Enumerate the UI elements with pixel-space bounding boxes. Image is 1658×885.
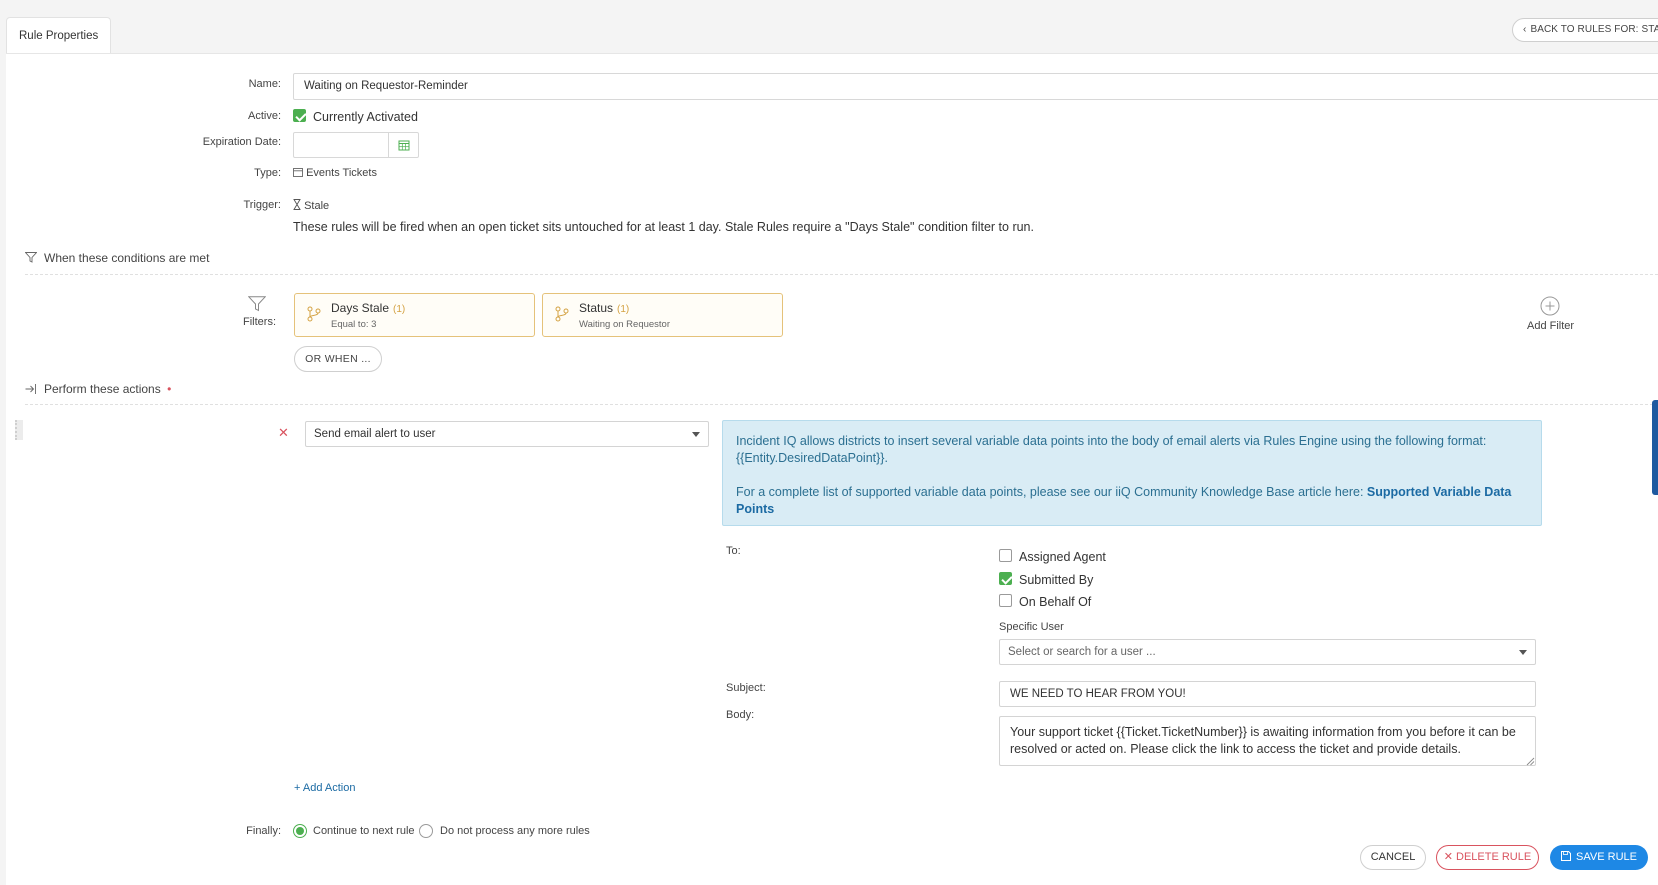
scrollbar-thumb[interactable]	[1652, 400, 1658, 495]
filter-count: (1)	[617, 304, 630, 315]
filter-card-status[interactable]: Status (1) Waiting on Requestor	[542, 293, 783, 337]
or-when-button[interactable]: OR WHEN ...	[294, 346, 382, 372]
type-text: Events Tickets	[306, 167, 377, 179]
resize-grip-icon[interactable]	[1526, 755, 1535, 769]
save-icon	[1561, 851, 1572, 861]
divider	[25, 274, 1658, 275]
filter-count: (1)	[393, 304, 406, 315]
active-label: Active:	[247, 110, 281, 122]
branch-icon	[307, 306, 321, 325]
cancel-button[interactable]: CANCEL	[1360, 845, 1426, 870]
submitted-by-label: Submitted By	[1019, 573, 1094, 587]
continue-next-rule-label: Continue to next rule	[313, 825, 415, 837]
drag-handle[interactable]	[15, 420, 23, 440]
on-behalf-of-checkbox[interactable]	[999, 594, 1012, 607]
stop-processing-label: Do not process any more rules	[440, 825, 590, 837]
filter-card-days-stale[interactable]: Days Stale (1) Equal to: 3	[294, 293, 535, 337]
stop-processing-radio[interactable]	[419, 824, 433, 838]
chevron-left-icon: ‹	[1523, 24, 1527, 35]
finally-label: Finally:	[246, 825, 281, 837]
active-text: Currently Activated	[313, 110, 418, 124]
filters-label: Filters:	[243, 316, 276, 328]
info-text-1: Incident IQ allows districts to insert s…	[736, 434, 1487, 465]
filter-title-text: Status	[579, 301, 614, 315]
trigger-value: Stale	[293, 199, 329, 212]
to-label: To:	[726, 545, 741, 557]
filter-title-text: Days Stale	[331, 301, 390, 315]
subject-input[interactable]: WE NEED TO HEAR FROM YOU!	[999, 681, 1536, 707]
filter-title: Status (1)	[579, 301, 629, 315]
actions-section-title: Perform these actions •	[44, 382, 171, 396]
chevron-down-icon	[692, 432, 700, 437]
branch-icon	[555, 306, 569, 325]
add-action-link[interactable]: + Add Action	[294, 782, 355, 794]
delete-label: DELETE RULE	[1456, 851, 1532, 863]
trigger-label: Trigger:	[243, 199, 282, 211]
body-label: Body:	[726, 709, 755, 721]
delete-rule-button[interactable]: ✕ DELETE RULE	[1436, 845, 1539, 870]
trigger-text: Stale	[304, 200, 330, 212]
assigned-agent-checkbox[interactable]	[999, 549, 1012, 562]
hourglass-icon	[293, 199, 301, 210]
action-select-value: Send email alert to user	[314, 428, 436, 440]
continue-next-rule-radio[interactable]	[293, 824, 307, 838]
divider	[25, 404, 1658, 405]
expiration-label: Expiration Date:	[202, 136, 281, 148]
submitted-by-checkbox[interactable]	[999, 572, 1012, 585]
active-checkbox[interactable]	[293, 109, 306, 122]
on-behalf-of-label: On Behalf Of	[1019, 595, 1092, 609]
info-alert: Incident IQ allows districts to insert s…	[722, 420, 1542, 526]
type-label: Type:	[254, 167, 281, 179]
conditions-section-title: When these conditions are met	[44, 251, 210, 265]
remove-action-icon[interactable]: ✕	[278, 425, 289, 441]
save-label: SAVE RULE	[1576, 851, 1637, 863]
actions-title-text: Perform these actions	[44, 382, 161, 396]
action-arrow-icon	[25, 383, 37, 398]
required-marker: •	[167, 382, 172, 396]
tab-rule-properties[interactable]: Rule Properties	[6, 17, 111, 54]
info-text-2: For a complete list of supported variabl…	[736, 484, 1528, 518]
close-icon: ✕	[1443, 851, 1453, 863]
assigned-agent-label: Assigned Agent	[1019, 550, 1106, 564]
specific-user-label: Specific User	[999, 621, 1064, 633]
filter-funnel-icon	[247, 296, 267, 315]
body-textarea[interactable]: Your support ticket {{Ticket.TicketNumbe…	[999, 716, 1536, 766]
calendar-small-icon	[293, 168, 303, 177]
trigger-note: These rules will be fired when an open t…	[293, 220, 1034, 234]
back-to-rules-button[interactable]: ‹BACK TO RULES FOR: STALE	[1512, 18, 1658, 42]
add-filter-label[interactable]: Add Filter	[1527, 320, 1574, 332]
specific-user-placeholder: Select or search for a user ...	[1008, 646, 1156, 658]
specific-user-select[interactable]: Select or search for a user ...	[999, 639, 1536, 665]
name-input[interactable]: Waiting on Requestor-Reminder	[293, 73, 1658, 100]
chevron-down-icon	[1519, 650, 1527, 655]
filter-subtitle: Waiting on Requestor	[579, 319, 671, 330]
filter-title: Days Stale (1)	[331, 301, 405, 315]
action-type-select[interactable]: Send email alert to user	[305, 421, 709, 447]
calendar-button[interactable]	[388, 132, 419, 158]
expiration-date-input[interactable]	[293, 132, 389, 158]
info-text-2-body: For a complete list of supported variabl…	[736, 485, 1364, 499]
funnel-icon	[24, 252, 38, 266]
filter-subtitle: Equal to: 3	[331, 319, 377, 330]
add-filter-plus-icon[interactable]	[1540, 296, 1560, 319]
subject-label: Subject:	[726, 682, 766, 694]
back-button-label: BACK TO RULES FOR: STALE	[1530, 24, 1658, 35]
name-label: Name:	[248, 78, 281, 90]
calendar-icon	[398, 140, 409, 151]
save-rule-button[interactable]: SAVE RULE	[1550, 845, 1648, 870]
type-value: Events Tickets	[293, 167, 377, 179]
